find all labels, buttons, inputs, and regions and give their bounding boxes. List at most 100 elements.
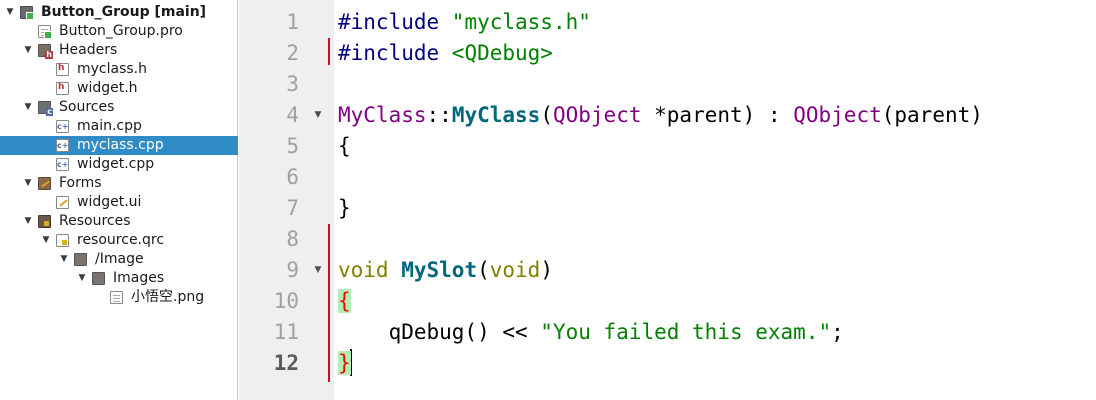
tree-item-label: resource.qrc bbox=[77, 232, 165, 248]
line-number: 5 bbox=[286, 134, 299, 158]
expand-arrow-icon[interactable]: ▼ bbox=[76, 269, 88, 288]
tree-item[interactable]: myclass.cpp bbox=[0, 136, 238, 155]
line-number: 4 bbox=[286, 103, 299, 127]
cpp-file-icon bbox=[56, 139, 69, 152]
code-token: *parent bbox=[641, 103, 743, 127]
tree-item-label: widget.cpp bbox=[77, 156, 155, 172]
line-number: 9 bbox=[286, 258, 299, 282]
code-token: ) bbox=[540, 258, 553, 282]
tree-item[interactable]: ▼ Button_Group [main] bbox=[0, 3, 238, 22]
tree-item[interactable]: 小悟空.png bbox=[0, 288, 238, 307]
expand-arrow-icon[interactable]: ▼ bbox=[22, 98, 34, 117]
code-token: } bbox=[338, 196, 351, 220]
line-number: 3 bbox=[286, 72, 299, 96]
tree-item-label: Headers bbox=[59, 42, 118, 58]
matched-brace: { bbox=[338, 289, 351, 313]
tree-item-label: myclass.h bbox=[77, 61, 147, 77]
tree-item-label: /Image bbox=[95, 251, 144, 267]
tree-item[interactable]: Button_Group.pro bbox=[0, 22, 238, 41]
matched-brace: } bbox=[338, 351, 351, 375]
code-token: ( bbox=[477, 258, 490, 282]
tree-item-label: widget.ui bbox=[77, 194, 142, 210]
code-line[interactable]: #include <QDebug> bbox=[338, 38, 553, 69]
qt-project-folder-icon bbox=[20, 6, 34, 20]
code-token: #include bbox=[338, 10, 452, 34]
tree-item[interactable]: widget.cpp bbox=[0, 155, 238, 174]
code-token: MySlot bbox=[401, 258, 478, 282]
forms-folder-icon bbox=[38, 177, 51, 190]
tree-item[interactable]: ▼ /Image bbox=[0, 250, 238, 269]
expand-arrow-icon[interactable]: ▼ bbox=[22, 41, 34, 60]
tree-item-label: widget.h bbox=[77, 80, 138, 96]
code-token: qDebug() << bbox=[338, 320, 541, 344]
tree-item-label: myclass.cpp bbox=[77, 137, 164, 153]
resources-folder-icon bbox=[38, 215, 51, 228]
header-file-icon bbox=[56, 82, 69, 95]
tree-item-label: Images bbox=[113, 270, 165, 286]
tree-item[interactable]: widget.ui bbox=[0, 193, 238, 212]
code-token: :: bbox=[426, 103, 452, 127]
cpp-file-icon bbox=[56, 158, 69, 171]
line-number: 2 bbox=[286, 41, 299, 65]
code-token: "You failed this exam." bbox=[540, 320, 832, 344]
tree-item-label: 小悟空.png bbox=[131, 289, 205, 305]
tree-item[interactable]: ▼ resource.qrc bbox=[0, 231, 238, 250]
line-number: 11 bbox=[273, 320, 299, 344]
code-token: ( bbox=[540, 103, 553, 127]
tree-item[interactable]: widget.h bbox=[0, 79, 238, 98]
tree-item[interactable]: ▼ Forms bbox=[0, 174, 238, 193]
tree-item[interactable]: ▼ Headers bbox=[0, 41, 238, 60]
revision-marker-lines-8-12 bbox=[328, 224, 330, 382]
code-line[interactable]: { bbox=[338, 286, 351, 317]
code-line[interactable]: MyClass::MyClass(QObject *parent) : QObj… bbox=[338, 100, 983, 131]
expand-arrow-icon[interactable]: ▼ bbox=[4, 3, 16, 22]
tree-item-label: Forms bbox=[59, 175, 102, 191]
image-file-icon bbox=[110, 291, 123, 304]
tree-item[interactable]: main.cpp bbox=[0, 117, 238, 136]
tree-item-label: Button_Group [main] bbox=[41, 4, 207, 20]
code-token: QObject bbox=[793, 103, 882, 127]
fold-toggle-icon[interactable]: ▼ bbox=[313, 255, 323, 286]
headers-folder-icon bbox=[38, 44, 53, 59]
code-line[interactable]: qDebug() << "You failed this exam."; bbox=[338, 317, 844, 348]
line-number: 7 bbox=[286, 196, 299, 220]
sources-folder-icon bbox=[38, 101, 53, 116]
header-file-icon bbox=[56, 63, 69, 76]
expand-arrow-icon[interactable]: ▼ bbox=[22, 174, 34, 193]
line-number: 6 bbox=[286, 165, 299, 189]
line-number: 1 bbox=[286, 10, 299, 34]
code-token: { bbox=[338, 134, 351, 158]
code-token: "myclass.h" bbox=[451, 10, 591, 34]
code-line[interactable]: } bbox=[338, 193, 351, 224]
code-line[interactable]: void MySlot(void) bbox=[338, 255, 553, 286]
code-token: MyClass bbox=[338, 103, 427, 127]
code-line[interactable]: { bbox=[338, 131, 351, 162]
revision-marker-lines-2 bbox=[328, 38, 330, 65]
tree-item-label: main.cpp bbox=[77, 118, 142, 134]
code-token: QObject bbox=[552, 103, 642, 127]
code-token: ) : bbox=[742, 103, 794, 127]
expand-arrow-icon[interactable]: ▼ bbox=[22, 212, 34, 231]
code-editor[interactable]: #include "myclass.h" #include <QDebug> MyC… bbox=[334, 0, 1096, 400]
tree-item-label: Button_Group.pro bbox=[59, 23, 183, 39]
line-number: 12 bbox=[273, 351, 299, 375]
code-token: void bbox=[338, 258, 389, 282]
expand-arrow-icon[interactable]: ▼ bbox=[40, 231, 52, 250]
tree-item[interactable]: ▼ Sources bbox=[0, 98, 238, 117]
qrc-file-icon bbox=[56, 234, 69, 247]
code-line[interactable]: #include "myclass.h" bbox=[338, 7, 591, 38]
tree-item[interactable]: ▼ Images bbox=[0, 269, 238, 288]
line-number: 8 bbox=[286, 227, 299, 251]
code-token: (parent) bbox=[881, 103, 983, 127]
project-tree[interactable]: ▼ Button_Group [main] Button_Group.pro ▼ Hea… bbox=[0, 0, 238, 400]
line-number-gutter[interactable]: 1 2 3 4 ▼ 5 6 7 8 9 ▼ 10 11 12 bbox=[239, 0, 334, 400]
tree-item[interactable]: myclass.h bbox=[0, 60, 238, 79]
code-token: #include bbox=[338, 41, 452, 65]
code-token: <QDebug> bbox=[451, 41, 553, 65]
tree-item[interactable]: ▼ Resources bbox=[0, 212, 238, 231]
code-line[interactable]: } bbox=[338, 348, 351, 379]
ui-file-icon bbox=[56, 196, 69, 209]
fold-toggle-icon[interactable]: ▼ bbox=[313, 100, 323, 131]
expand-arrow-icon[interactable]: ▼ bbox=[58, 250, 70, 269]
